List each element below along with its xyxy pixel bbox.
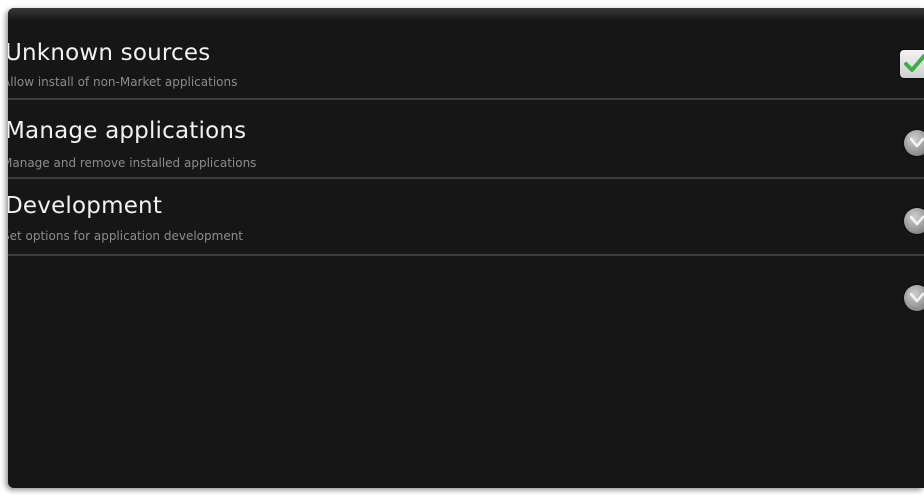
divider bbox=[8, 254, 924, 256]
checkmark-icon bbox=[904, 54, 924, 72]
setting-summary: Allow install of non-Market applications bbox=[8, 75, 238, 89]
setting-unknown-sources[interactable]: Unknown sources Allow install of non-Mar… bbox=[8, 20, 924, 97]
setting-summary: Set options for application development bbox=[8, 229, 244, 243]
header-fade bbox=[8, 8, 924, 20]
setting-development[interactable]: Development Set options for application … bbox=[8, 179, 924, 256]
setting-manage-applications[interactable]: Manage applications Manage and remove in… bbox=[8, 100, 924, 177]
setting-item-4[interactable] bbox=[8, 258, 924, 335]
unknown-sources-checkbox[interactable] bbox=[900, 50, 924, 78]
chevron-down-icon bbox=[910, 137, 924, 148]
chevron-down-icon bbox=[910, 215, 924, 226]
setting-title: Manage applications bbox=[8, 118, 247, 144]
manage-applications-button[interactable] bbox=[904, 130, 924, 156]
setting-summary: Manage and remove installed applications bbox=[8, 156, 257, 170]
setting-title: Development bbox=[8, 193, 163, 219]
chevron-down-icon bbox=[910, 292, 924, 303]
development-button[interactable] bbox=[904, 208, 924, 234]
settings-screen: Unknown sources Allow install of non-Mar… bbox=[8, 8, 924, 488]
setting-item-4-button[interactable] bbox=[904, 285, 924, 311]
setting-title: Unknown sources bbox=[8, 40, 211, 66]
